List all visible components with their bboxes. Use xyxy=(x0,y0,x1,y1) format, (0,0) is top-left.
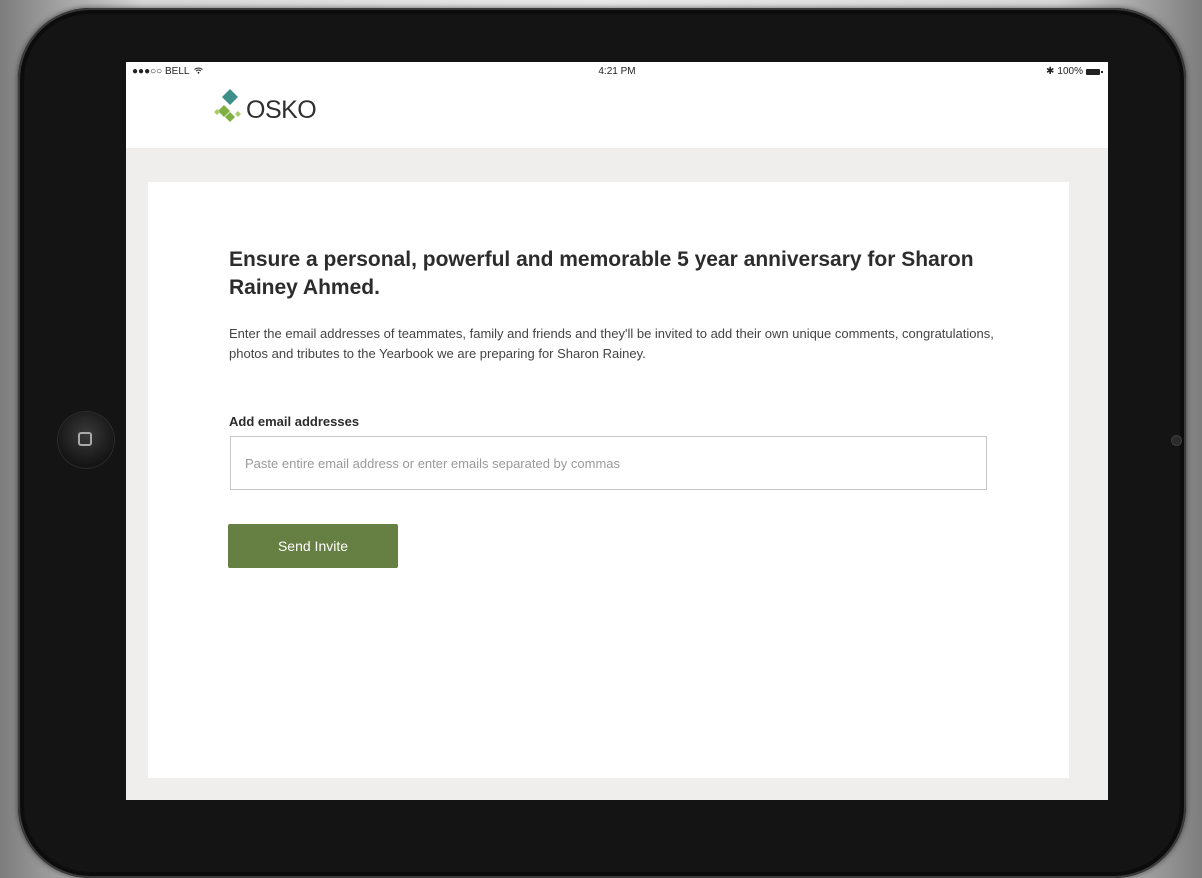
osko-logo-icon xyxy=(214,88,241,122)
bluetooth-icon: ✱ xyxy=(1046,66,1055,77)
battery-percent: 100% xyxy=(1057,66,1083,77)
email-input[interactable] xyxy=(230,436,987,490)
email-label: Add email addresses xyxy=(229,414,360,429)
page-description: Enter the email addresses of teammates, … xyxy=(229,326,994,361)
camera-icon xyxy=(1172,436,1181,445)
battery-icon xyxy=(1086,68,1103,75)
osko-logo[interactable]: OSKO xyxy=(214,86,317,125)
page-title: Ensure a personal, powerful and memorabl… xyxy=(229,248,974,299)
invite-card: Ensure a personal, powerful and memorabl… xyxy=(148,182,1069,778)
home-button[interactable] xyxy=(58,412,114,468)
status-right: ✱ 100% xyxy=(1046,66,1103,77)
screen: ●●●○○ BELL 4:21 PM ✱ 100% OSKO Ensure a … xyxy=(126,62,1108,800)
home-square-icon xyxy=(78,432,92,446)
logo-text: OSKO xyxy=(246,96,317,124)
app-header: OSKO xyxy=(126,80,1108,148)
status-time: 4:21 PM xyxy=(598,66,636,77)
status-bar: ●●●○○ BELL 4:21 PM ✱ 100% xyxy=(126,62,1108,80)
send-invite-button[interactable]: Send Invite xyxy=(228,524,398,568)
